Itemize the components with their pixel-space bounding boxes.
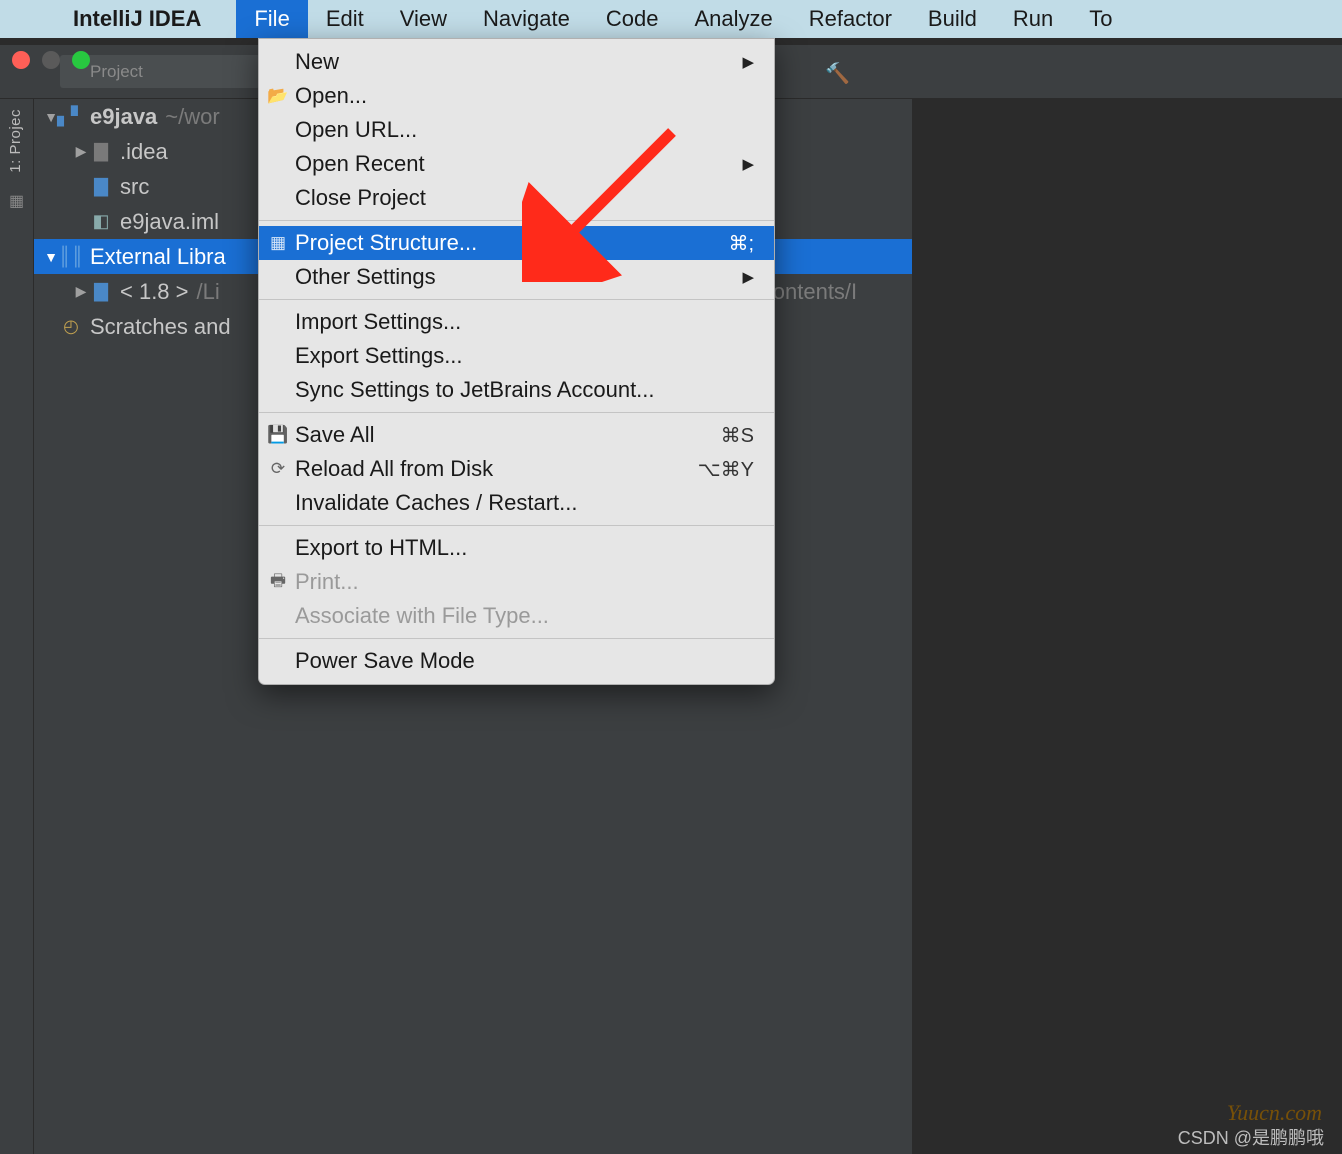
project-selector-label: Project <box>90 62 143 82</box>
menubar-item-code[interactable]: Code <box>588 0 677 38</box>
menu-label: Other Settings <box>295 264 436 290</box>
menu-item-power-save[interactable]: Power Save Mode <box>259 644 774 678</box>
tree-label: src <box>120 174 149 200</box>
menu-item-open-url[interactable]: Open URL... <box>259 113 774 147</box>
menu-item-associate-filetype: Associate with File Type... <box>259 599 774 633</box>
close-window-button[interactable] <box>12 51 30 69</box>
menubar-item-edit[interactable]: Edit <box>308 0 382 38</box>
menu-item-print: 🖶 Print... <box>259 565 774 599</box>
menu-label: Associate with File Type... <box>295 603 549 629</box>
menu-separator <box>259 412 774 413</box>
menu-label: New <box>295 49 339 75</box>
file-menu-dropdown: New ▶ 📂 Open... Open URL... Open Recent … <box>258 38 775 685</box>
tree-path: ~/wor <box>165 104 219 130</box>
menu-label: Close Project <box>295 185 426 211</box>
submenu-arrow-icon: ▶ <box>742 155 754 173</box>
menu-label: Print... <box>295 569 359 595</box>
macos-menubar: IntelliJ IDEA File Edit View Navigate Co… <box>0 0 1342 38</box>
menu-item-other-settings[interactable]: Other Settings ▶ <box>259 260 774 294</box>
menu-label: Invalidate Caches / Restart... <box>295 490 577 516</box>
reload-icon: ⟳ <box>267 459 289 479</box>
menu-separator <box>259 220 774 221</box>
menu-item-export-settings[interactable]: Export Settings... <box>259 339 774 373</box>
menu-separator <box>259 638 774 639</box>
menu-separator <box>259 525 774 526</box>
menu-label: Export to HTML... <box>295 535 467 561</box>
menubar-item-view[interactable]: View <box>382 0 465 38</box>
menu-label: Sync Settings to JetBrains Account... <box>295 377 655 403</box>
menu-item-invalidate-caches[interactable]: Invalidate Caches / Restart... <box>259 486 774 520</box>
menubar-item-analyze[interactable]: Analyze <box>676 0 790 38</box>
jdk-icon: ▇ <box>90 282 112 302</box>
menu-shortcut: ⌥⌘Y <box>698 457 754 482</box>
submenu-arrow-icon: ▶ <box>742 53 754 71</box>
folder-icon: ▇ <box>90 142 112 162</box>
menu-item-reload-disk[interactable]: ⟳ Reload All from Disk ⌥⌘Y <box>259 452 774 486</box>
window-traffic-lights <box>12 51 90 69</box>
open-icon: 📂 <box>267 86 289 106</box>
menu-item-export-html[interactable]: Export to HTML... <box>259 531 774 565</box>
menu-item-open[interactable]: 📂 Open... <box>259 79 774 113</box>
menu-item-new[interactable]: New ▶ <box>259 45 774 79</box>
menu-label: Open Recent <box>295 151 425 177</box>
watermark-csdn: CSDN @是鹏鹏哦 <box>1178 1124 1324 1150</box>
menu-label: Save All <box>295 422 375 448</box>
tree-label: < 1.8 > <box>120 279 189 305</box>
menu-label: Reload All from Disk <box>295 456 493 482</box>
menu-separator <box>259 299 774 300</box>
menu-item-save-all[interactable]: 💾 Save All ⌘S <box>259 418 774 452</box>
editor-area <box>912 99 1342 1154</box>
tree-label: External Libra <box>90 244 226 270</box>
chevron-right-icon[interactable] <box>72 143 90 160</box>
menu-shortcut: ⌘S <box>721 423 754 448</box>
app-name: IntelliJ IDEA <box>73 6 201 32</box>
menubar-item-build[interactable]: Build <box>910 0 995 38</box>
tree-path: /Li <box>197 279 220 305</box>
menu-item-sync-jetbrains[interactable]: Sync Settings to JetBrains Account... <box>259 373 774 407</box>
tree-label: Scratches and <box>90 314 231 340</box>
tree-label: e9java.iml <box>120 209 219 235</box>
menubar-item-file[interactable]: File <box>236 0 307 38</box>
menubar-item-run[interactable]: Run <box>995 0 1071 38</box>
chevron-right-icon[interactable] <box>72 283 90 300</box>
menu-shortcut: ⌘; <box>728 231 754 256</box>
project-selector[interactable]: Project <box>60 55 260 88</box>
minimize-window-button[interactable] <box>42 51 60 69</box>
menu-label: Export Settings... <box>295 343 463 369</box>
menu-item-open-recent[interactable]: Open Recent ▶ <box>259 147 774 181</box>
menu-label: Open URL... <box>295 117 417 143</box>
menubar-item-refactor[interactable]: Refactor <box>791 0 910 38</box>
zoom-window-button[interactable] <box>72 51 90 69</box>
folder-icon: ▖▘ <box>60 107 82 127</box>
save-icon: 💾 <box>267 425 289 445</box>
project-structure-icon: ▦ <box>267 233 289 253</box>
libraries-icon: ║║ <box>60 247 82 267</box>
left-tool-stripe: 1: Projec ▦ <box>0 99 34 1154</box>
menu-item-import-settings[interactable]: Import Settings... <box>259 305 774 339</box>
print-icon: 🖶 <box>267 568 289 597</box>
menu-item-project-structure[interactable]: ▦ Project Structure... ⌘; <box>259 226 774 260</box>
menu-item-close-project[interactable]: Close Project <box>259 181 774 215</box>
submenu-arrow-icon: ▶ <box>742 268 754 286</box>
source-folder-icon: ▇ <box>90 177 112 197</box>
menu-label: Open... <box>295 83 367 109</box>
menu-label: Project Structure... <box>295 230 477 256</box>
tree-label: .idea <box>120 139 168 165</box>
menu-label: Power Save Mode <box>295 648 475 674</box>
module-file-icon: ◧ <box>90 212 112 232</box>
build-icon[interactable]: 🔨 <box>825 61 850 86</box>
scratches-icon: ◴ <box>60 317 82 337</box>
project-tool-window-tab[interactable]: 1: Projec <box>7 109 24 173</box>
watermark-site: Yuucn.com <box>1227 1100 1322 1126</box>
menubar-item-tools-truncated[interactable]: To <box>1071 0 1130 38</box>
structure-tool-icon[interactable]: ▦ <box>0 191 33 211</box>
menu-label: Import Settings... <box>295 309 461 335</box>
menubar-item-navigate[interactable]: Navigate <box>465 0 588 38</box>
tree-label: e9java <box>90 104 157 130</box>
